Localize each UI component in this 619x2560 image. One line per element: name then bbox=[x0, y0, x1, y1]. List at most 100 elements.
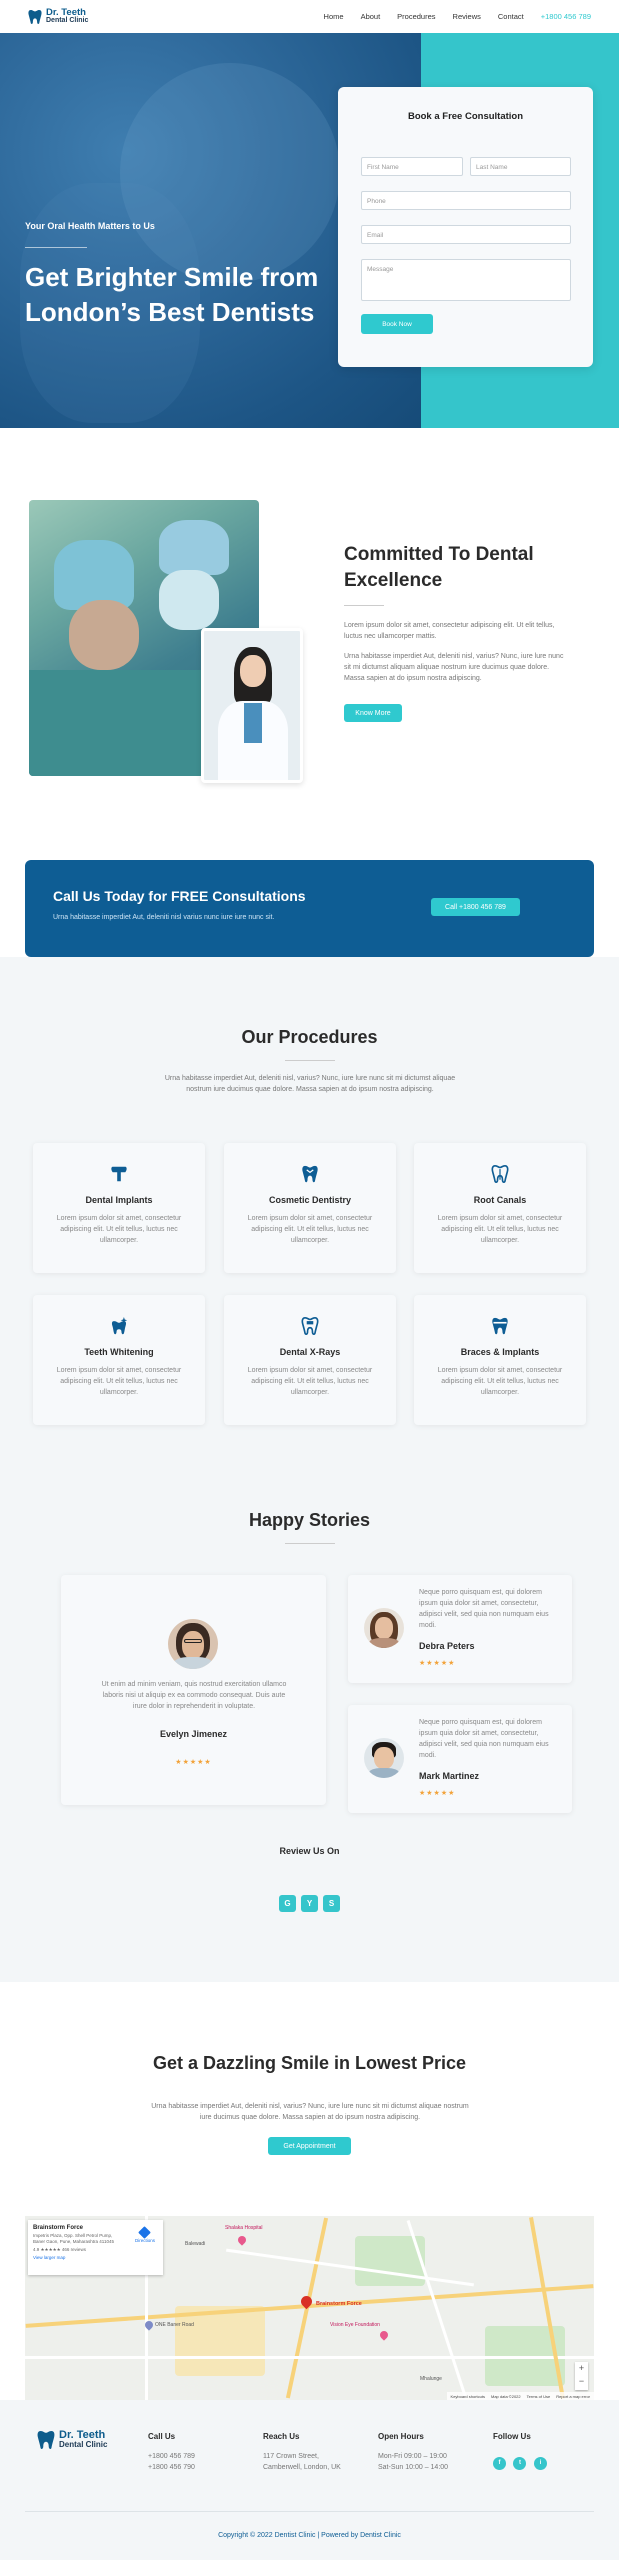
procedures-background bbox=[0, 957, 619, 1982]
phone-field[interactable]: Phone bbox=[361, 191, 571, 210]
testimonial-name: Evelyn Jimenez bbox=[159, 1729, 228, 1739]
location-map[interactable]: Brainstorm Force Shalaka Hospital Balewa… bbox=[25, 2216, 594, 2400]
book-now-button[interactable]: Book Now bbox=[361, 314, 433, 334]
instagram-icon[interactable]: i bbox=[533, 2456, 547, 2470]
cosmetic-tooth-icon bbox=[301, 1165, 319, 1183]
review-site-icon[interactable]: S bbox=[323, 1895, 340, 1912]
testimonial-quote: Neque porro quisquam est, qui dolorem ip… bbox=[419, 1719, 549, 1759]
procedure-text: Lorem ipsum dolor sit amet, consectetur … bbox=[247, 1215, 373, 1244]
procedure-card[interactable]: Dental Implants Lorem ipsum dolor sit am… bbox=[33, 1143, 205, 1273]
map-zoom-control[interactable]: + − bbox=[575, 2362, 588, 2390]
doctor-photo bbox=[201, 628, 303, 783]
hero-kicker: Your Oral Health Matters to Us bbox=[25, 221, 155, 231]
avatar bbox=[168, 1619, 218, 1669]
map-footer-item[interactable]: Terms of Use bbox=[527, 2394, 551, 2399]
nav-contact[interactable]: Contact bbox=[498, 12, 524, 21]
footer-brand-sub: Dental Clinic bbox=[59, 2440, 108, 2449]
dental-implant-icon bbox=[110, 1165, 128, 1183]
procedure-card[interactable]: Braces & Implants Lorem ipsum dolor sit … bbox=[414, 1295, 586, 1425]
footer-brand-name: Dr. Teeth bbox=[59, 2429, 106, 2441]
map-label: Vision Eye Foundation bbox=[330, 2322, 380, 2328]
footer-address: Camberwell, London, UK bbox=[263, 2464, 341, 2471]
teeth-whitening-icon bbox=[110, 1317, 128, 1335]
main-nav: Home About Procedures Reviews Contact +1… bbox=[324, 12, 591, 21]
booking-form: Book a Free Consultation First Name Last… bbox=[338, 87, 593, 367]
zoom-out-icon[interactable]: − bbox=[575, 2375, 588, 2388]
procedure-card[interactable]: Root Canals Lorem ipsum dolor sit amet, … bbox=[414, 1143, 586, 1273]
nav-home[interactable]: Home bbox=[324, 12, 344, 21]
map-label: Balewadi bbox=[185, 2241, 206, 2247]
testimonial-card: Neque porro quisquam est, qui dolorem ip… bbox=[348, 1705, 572, 1813]
brand-sub: Dental Clinic bbox=[46, 16, 89, 24]
testimonial-quote: Neque porro quisquam est, qui dolorem ip… bbox=[419, 1589, 549, 1629]
footer-address: 117 Crown Street, bbox=[263, 2453, 319, 2460]
footer-heading: Call Us bbox=[148, 2432, 176, 2441]
nav-phone[interactable]: +1800 456 789 bbox=[541, 12, 591, 21]
call-button[interactable]: Call +1800 456 789 bbox=[431, 898, 520, 916]
first-name-field[interactable]: First Name bbox=[361, 157, 463, 176]
procedures-divider bbox=[285, 1060, 335, 1061]
last-name-field[interactable]: Last Name bbox=[470, 157, 571, 176]
brand-name: Dr. Teeth bbox=[46, 6, 86, 18]
cta-title: Call Us Today for FREE Consultations bbox=[53, 888, 306, 904]
google-review-icon[interactable]: G bbox=[279, 1895, 296, 1912]
map-footer-item[interactable]: Keyboard shortcuts bbox=[451, 2394, 485, 2399]
commit-paragraph-1: Lorem ipsum dolor sit amet, consectetur … bbox=[344, 622, 555, 640]
map-label: Shalaka Hospital bbox=[225, 2225, 263, 2231]
directions-link[interactable]: Directions bbox=[135, 2226, 155, 2243]
cta-subtitle: Urna habitasse imperdiet Aut, deleniti n… bbox=[53, 914, 275, 921]
message-field[interactable]: Message bbox=[361, 259, 571, 301]
testimonial-name: Mark Martinez bbox=[419, 1771, 480, 1781]
procedure-title: Root Canals bbox=[473, 1195, 527, 1205]
procedure-text: Lorem ipsum dolor sit amet, consectetur … bbox=[247, 1367, 373, 1396]
place-pin-icon bbox=[378, 2329, 390, 2341]
site-header: Dr. Teeth Dental Clinic Home About Proce… bbox=[0, 0, 619, 33]
email-field[interactable]: Email bbox=[361, 225, 571, 244]
know-more-button[interactable]: Know More bbox=[344, 704, 402, 722]
view-larger-map-link[interactable]: View larger map bbox=[33, 2255, 158, 2260]
footer-phone[interactable]: +1800 456 790 bbox=[148, 2462, 195, 2473]
map-footer-item[interactable]: Report a map error bbox=[556, 2394, 590, 2399]
twitter-icon[interactable]: t bbox=[513, 2456, 527, 2470]
nav-reviews[interactable]: Reviews bbox=[453, 12, 481, 21]
pin-label: Brainstorm Force bbox=[316, 2301, 362, 2307]
map-place-card: Brainstorm Force Impetris Plaza, Opp. Sh… bbox=[28, 2220, 163, 2275]
map-place-rating: 4.9 ★★★★★ 466 reviews bbox=[33, 2247, 86, 2252]
procedure-title: Dental Implants bbox=[85, 1195, 153, 1205]
rating-stars: ★★★★★ bbox=[175, 1759, 212, 1766]
footer-hours: Open Hours Mon-Fri 09:00 – 19:00 Sat-Sun… bbox=[378, 2432, 448, 2473]
review-us-title: Review Us On bbox=[279, 1846, 340, 1856]
tooth-icon bbox=[37, 2430, 55, 2450]
testimonial-card-main: Ut enim ad minim veniam, quis nostrud ex… bbox=[61, 1575, 326, 1805]
stories-divider bbox=[285, 1543, 335, 1544]
footer-hours-line: Mon-Fri 09:00 – 19:00 bbox=[378, 2453, 447, 2460]
map-label: Mhalunge bbox=[420, 2376, 442, 2382]
procedure-card[interactable]: Cosmetic Dentistry Lorem ipsum dolor sit… bbox=[224, 1143, 396, 1273]
footer-heading: Open Hours bbox=[378, 2432, 424, 2441]
dazzle-subtitle: Urna habitasse imperdiet Aut, deleniti n… bbox=[151, 2103, 469, 2121]
procedure-text: Lorem ipsum dolor sit amet, consectetur … bbox=[437, 1215, 563, 1244]
map-label: ONE Baner Road bbox=[155, 2322, 194, 2328]
map-place-address: Impetris Plaza, Opp. Shell Petrol Pump, … bbox=[33, 2233, 114, 2244]
footer-logo[interactable]: Dr. Teeth Dental Clinic bbox=[37, 2430, 107, 2450]
get-appointment-button[interactable]: Get Appointment bbox=[268, 2137, 351, 2155]
procedure-title: Braces & Implants bbox=[460, 1347, 540, 1357]
footer-heading: Reach Us bbox=[263, 2432, 300, 2441]
footer-divider bbox=[25, 2511, 594, 2512]
nav-about[interactable]: About bbox=[361, 12, 381, 21]
avatar bbox=[364, 1738, 404, 1778]
nav-procedures[interactable]: Procedures bbox=[397, 12, 435, 21]
procedure-card[interactable]: Teeth Whitening Lorem ipsum dolor sit am… bbox=[33, 1295, 205, 1425]
footer-phone[interactable]: +1800 456 789 bbox=[148, 2451, 195, 2462]
testimonial-card: Neque porro quisquam est, qui dolorem ip… bbox=[348, 1575, 572, 1683]
procedures-title: Our Procedures bbox=[241, 1027, 378, 1047]
commit-title: Committed To Dental Excellence bbox=[344, 544, 534, 591]
procedure-card[interactable]: Dental X-Rays Lorem ipsum dolor sit amet… bbox=[224, 1295, 396, 1425]
form-title: Book a Free Consultation bbox=[407, 111, 524, 122]
yelp-review-icon[interactable]: Y bbox=[301, 1895, 318, 1912]
xray-tooth-icon bbox=[301, 1316, 319, 1336]
facebook-icon[interactable]: f bbox=[493, 2456, 506, 2470]
directions-icon bbox=[138, 2226, 152, 2239]
zoom-in-icon[interactable]: + bbox=[575, 2362, 588, 2375]
logo[interactable]: Dr. Teeth Dental Clinic bbox=[28, 6, 89, 25]
